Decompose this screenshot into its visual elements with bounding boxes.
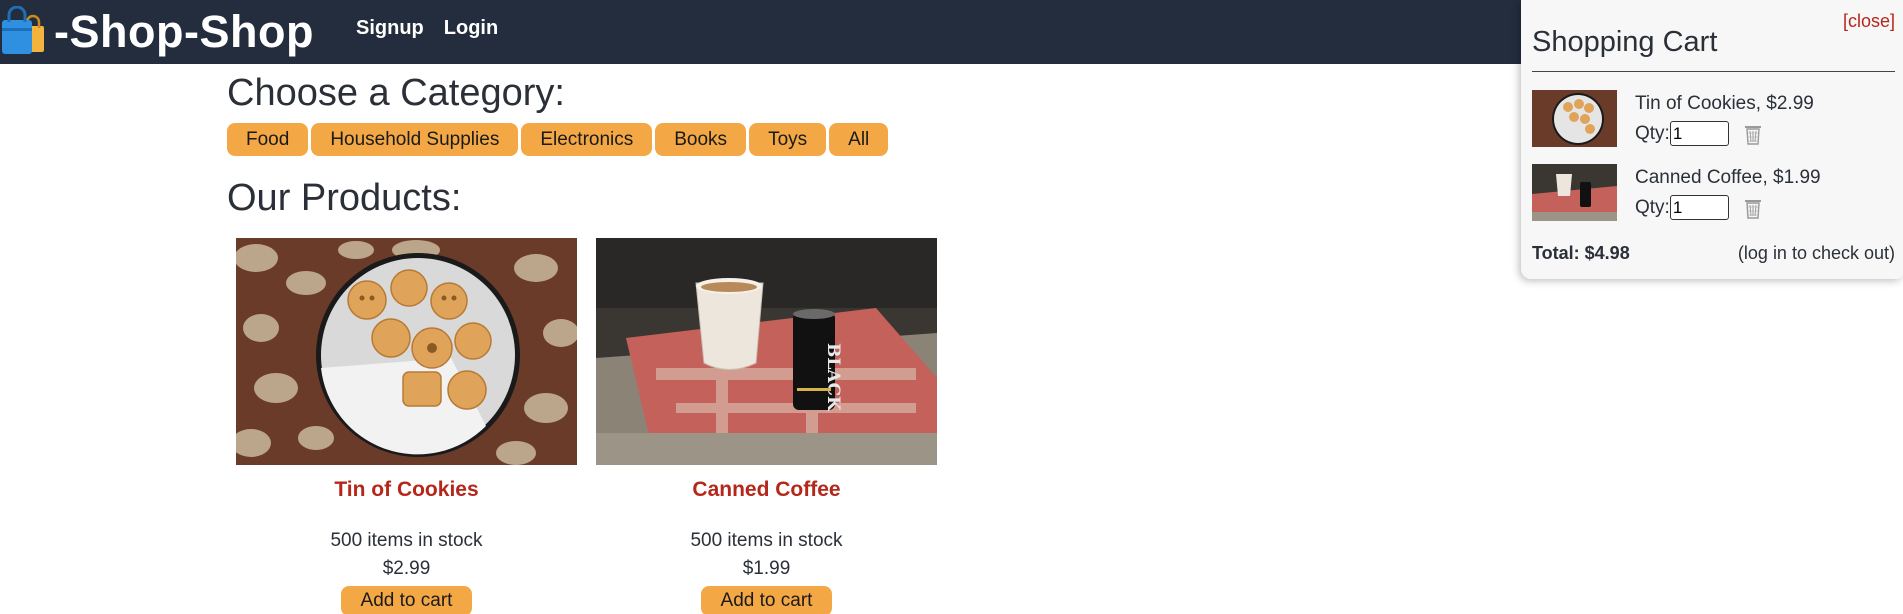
- quantity-input[interactable]: [1669, 121, 1729, 146]
- trash-icon[interactable]: [1743, 123, 1763, 145]
- product-image-coffee[interactable]: BLACK: [596, 238, 937, 465]
- quantity-label: Qty:: [1635, 196, 1670, 218]
- quantity-row: Qty:: [1635, 195, 1763, 220]
- cart-item: Canned Coffee, $1.99 Qty:: [1532, 164, 1895, 222]
- product-card: Tin of Cookies 500 items in stock $2.99 …: [236, 238, 577, 614]
- signup-link[interactable]: Signup: [356, 17, 424, 40]
- svg-text:BLACK: BLACK: [823, 343, 843, 412]
- login-link[interactable]: Login: [444, 17, 498, 40]
- cart-total: Total: $4.98: [1532, 243, 1630, 263]
- cart-divider: [1532, 71, 1895, 72]
- cart-item-image-coffee: [1532, 164, 1617, 221]
- product-stock: 500 items in stock: [330, 530, 483, 551]
- cart-item: Tin of Cookies, $2.99 Qty:: [1532, 90, 1895, 148]
- shopping-cart-panel: [close] Shopping Cart Tin of Cookies, $2…: [1521, 0, 1903, 279]
- category-button-electronics[interactable]: Electronics: [521, 123, 653, 156]
- checkout-note: (log in to check out): [1737, 243, 1895, 263]
- category-button-toys[interactable]: Toys: [749, 123, 827, 156]
- category-heading: Choose a Category:: [227, 72, 565, 114]
- product-image-cookies[interactable]: [236, 238, 577, 465]
- add-to-cart-button[interactable]: Add to cart: [341, 586, 472, 614]
- product-list: Tin of Cookies 500 items in stock $2.99 …: [236, 238, 937, 614]
- trash-icon[interactable]: [1743, 197, 1763, 219]
- product-price: $2.99: [382, 558, 431, 579]
- category-button-food[interactable]: Food: [227, 123, 309, 156]
- product-card: BLACK Canned Coffee 500 items in stock $…: [596, 238, 937, 614]
- category-list: Food Household Supplies Electronics Book…: [227, 123, 889, 156]
- cart-close-link[interactable]: [close]: [1843, 11, 1895, 32]
- category-button-household-supplies[interactable]: Household Supplies: [311, 123, 519, 156]
- add-to-cart-button[interactable]: Add to cart: [701, 586, 832, 614]
- category-button-books[interactable]: Books: [655, 123, 747, 156]
- quantity-label: Qty:: [1635, 122, 1670, 144]
- cart-item-name: Tin of Cookies, $2.99: [1635, 93, 1814, 114]
- product-stock: 500 items in stock: [690, 530, 843, 551]
- product-name[interactable]: Canned Coffee: [596, 478, 937, 502]
- cart-item-name: Canned Coffee, $1.99: [1635, 167, 1821, 188]
- product-price: $1.99: [742, 558, 791, 579]
- products-heading: Our Products:: [227, 177, 462, 219]
- cart-title: Shopping Cart: [1532, 26, 1718, 58]
- cart-item-image-cookies: [1532, 90, 1617, 147]
- shopping-bags-icon: [2, 6, 44, 54]
- nav-links: Signup Login: [356, 17, 498, 40]
- category-button-all[interactable]: All: [829, 123, 889, 156]
- site-title: -Shop-Shop: [54, 6, 314, 57]
- brand[interactable]: -Shop-Shop: [0, 6, 314, 58]
- quantity-input[interactable]: [1669, 195, 1729, 220]
- product-name[interactable]: Tin of Cookies: [236, 478, 577, 502]
- quantity-row: Qty:: [1635, 121, 1763, 146]
